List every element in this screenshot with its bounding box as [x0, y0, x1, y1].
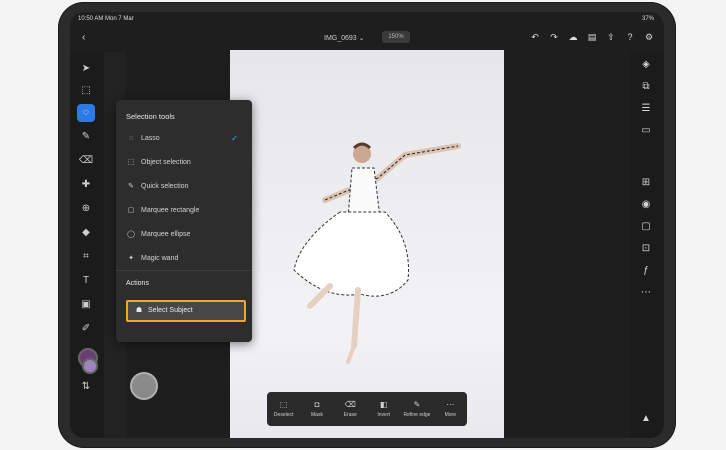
bottom-toolbar: ⬚ Deselect ◘ Mask ⌫ Erase ◧ Invert ✎ Refine e… [267, 392, 467, 426]
select-subject-button[interactable]: ☗ Select Subject [126, 300, 246, 322]
status-bar: 10:50 AM Mon 7 Mar 37% [70, 12, 664, 26]
actions-title: Actions [126, 280, 149, 287]
layers-share-icon[interactable]: ▤ [587, 32, 597, 42]
selection-tools-popover: Selection tools ◌ Lasso ✓ ⬚ Object selecti… [116, 100, 252, 342]
visibility-icon[interactable]: ◉ [639, 198, 653, 212]
background-color-swatch[interactable] [82, 358, 98, 374]
menu-item-marquee-rectangle[interactable]: ▢ Marquee rectangle [126, 204, 244, 218]
layer-properties-icon[interactable]: ⧉ [639, 80, 653, 94]
cloud-icon[interactable]: ☁ [568, 32, 578, 42]
settings-icon[interactable]: ⚙ [644, 32, 654, 42]
more-button[interactable]: ⋯ More [434, 400, 466, 418]
menu-item-lasso[interactable]: ◌ Lasso ✓ [126, 132, 244, 146]
deselect-button[interactable]: ⬚ Deselect [268, 400, 300, 418]
select-icon[interactable]: ➤ [77, 60, 95, 78]
app-screen: 10:50 AM Mon 7 Mar 37% ‹ IMG_0693 ⌄ 150%… [70, 12, 664, 438]
erase-icon: ⌫ [344, 400, 356, 409]
menu-divider [116, 270, 252, 271]
invert-icon: ◧ [379, 400, 388, 409]
selection-tools-title: Selection tools [126, 112, 175, 121]
menu-item-marquee-ellipse[interactable]: ◯ Marquee ellipse [126, 228, 244, 242]
undo-icon[interactable]: ↶ [530, 32, 540, 42]
swap-icon[interactable]: ⇅ [77, 378, 95, 396]
document-title[interactable]: IMG_0693 ⌄ [324, 34, 365, 42]
deselect-icon: ⬚ [279, 400, 288, 409]
layer-mask-icon[interactable]: ▢ [639, 220, 653, 234]
object-selection-icon: ⬚ [127, 159, 135, 166]
clip-icon[interactable]: ⊡ [639, 242, 653, 256]
right-rail: ◈ ⧉ ☰ ▭ ⊞ ◉ ▢ ⊡ ƒ ⋯ ▲ [630, 52, 664, 438]
crop-icon[interactable]: ⌗ [77, 248, 95, 266]
zoom-level[interactable]: 150% [382, 31, 410, 43]
floating-touch-button[interactable] [130, 372, 158, 400]
menu-item-magic-wand[interactable]: ✦ Magic wand [126, 252, 244, 266]
fx-icon[interactable]: ƒ [639, 264, 653, 278]
quick-selection-icon: ✎ [128, 183, 134, 190]
transform-icon[interactable]: ⬚ [77, 82, 95, 100]
eyedropper-icon[interactable]: ✐ [77, 320, 95, 338]
help-icon[interactable]: ? [625, 32, 635, 42]
brush-icon[interactable]: ✎ [77, 128, 95, 146]
status-time: 10:50 AM Mon 7 Mar [78, 16, 134, 22]
top-icons: ↶ ↷ ☁ ▤ ⇧ ? ⚙ [530, 32, 654, 42]
more-icon: ⋯ [446, 400, 455, 409]
top-bar: ‹ IMG_0693 ⌄ 150% ↶ ↷ ☁ ▤ ⇧ ? ⚙ [70, 26, 664, 52]
comments-icon[interactable]: ▭ [639, 124, 653, 138]
menu-item-object-selection[interactable]: ⬚ Object selection [126, 156, 244, 170]
more-icon[interactable]: ⋯ [639, 286, 653, 300]
heal-icon[interactable]: ✚ [77, 176, 95, 194]
redo-icon[interactable]: ↷ [549, 32, 559, 42]
left-tool-rail: ➤ ⬚ ◌ ✎ ⌫ ✚ ⊕ ◆ ⌗ T ▣ ✐ ⇅ [70, 52, 104, 438]
text-icon[interactable]: T [77, 272, 95, 290]
chevron-left-icon[interactable]: ‹ [82, 32, 85, 43]
dancer-image [293, 142, 461, 364]
person-icon: ☗ [135, 307, 143, 314]
canvas[interactable] [230, 50, 504, 438]
fill-icon[interactable]: ◆ [77, 224, 95, 242]
lasso-icon: ◌ [128, 135, 134, 142]
erase-button[interactable]: ⌫ Erase [334, 400, 366, 418]
marquee-rectangle-icon: ▢ [127, 207, 135, 214]
marquee-ellipse-icon: ◯ [127, 231, 135, 238]
lasso-icon[interactable]: ◌ [77, 104, 95, 122]
adjustments-icon[interactable]: ☰ [639, 102, 653, 116]
refine-edge-icon: ✎ [413, 400, 421, 409]
magic-wand-icon: ✦ [128, 255, 134, 262]
layers-icon[interactable]: ◈ [639, 58, 653, 72]
status-battery: 37% [641, 16, 654, 22]
eraser-icon[interactable]: ⌫ [77, 152, 95, 170]
check-icon: ✓ [231, 134, 238, 143]
menu-item-quick-selection[interactable]: ✎ Quick selection [126, 180, 244, 194]
invert-button[interactable]: ◧ Invert [368, 400, 400, 418]
warning-icon[interactable]: ▲ [639, 412, 653, 426]
image-icon[interactable]: ▣ [77, 296, 95, 314]
clone-icon[interactable]: ⊕ [77, 200, 95, 218]
add-layer-icon[interactable]: ⊞ [639, 176, 653, 190]
mask-icon: ◘ [314, 400, 320, 409]
refine-edge-button[interactable]: ✎ Refine edge [401, 400, 433, 418]
share-icon[interactable]: ⇧ [606, 32, 616, 42]
mask-button[interactable]: ◘ Mask [301, 400, 333, 418]
